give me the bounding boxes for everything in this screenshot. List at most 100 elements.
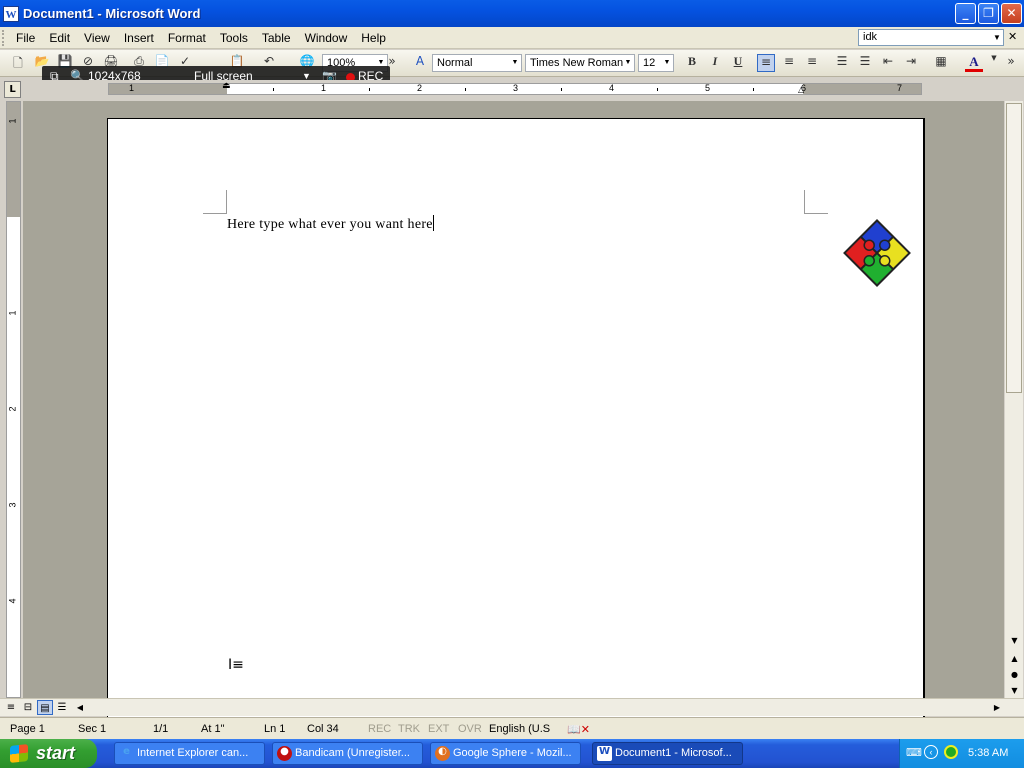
crop-mark [804,190,828,214]
menu-tools[interactable]: Tools [213,31,255,45]
document-workspace: Here type what ever you want here I≡ [23,101,1004,718]
style-value: Normal [437,57,473,69]
ruler-number: 2 [417,83,423,93]
font-value: Times New Roman [530,57,624,69]
crop-mark [203,190,227,214]
keyboard-icon[interactable]: ⌨ [906,746,922,759]
word-icon: W [597,746,612,761]
status-column: Col 34 [307,723,339,735]
menu-table[interactable]: Table [255,31,298,45]
scroll-right-icon[interactable]: ▶ [989,700,1005,715]
close-icon[interactable]: ✕ [1001,3,1022,24]
align-right-icon[interactable]: ≡ [803,54,821,72]
chevron-down-icon[interactable]: ▼ [662,56,672,70]
ruler-tick [657,88,658,91]
restore-icon[interactable]: ❐ [978,3,999,24]
clock[interactable]: 5:38 AM [968,747,1008,759]
close-document-icon[interactable]: ✕ [1008,30,1020,44]
vertical-scrollbar[interactable]: ▼ ▲ ● ▼ [1005,101,1023,698]
ruler-number: 3 [513,83,519,93]
normal-view-icon[interactable]: ≡ [3,700,19,715]
start-button[interactable]: start [0,739,97,768]
scroll-down-icon[interactable]: ▼ [1006,633,1023,648]
chevron-down-icon[interactable]: ▼ [510,56,520,70]
chevron-down-icon[interactable]: ▼ [985,54,1003,72]
minimize-icon[interactable]: _ [955,3,976,24]
indent-marker-icon[interactable]: ⏏ [222,81,231,91]
status-language[interactable]: English (U.S [489,723,550,735]
document-page[interactable]: Here type what ever you want here I≡ [107,118,923,718]
status-at: At 1" [201,723,225,735]
task-firefox[interactable]: ◐ Google Sphere - Mozil... [430,742,581,765]
menu-insert[interactable]: Insert [117,31,161,45]
system-tray: ⌨ ‹ 5:38 AM [899,739,1024,768]
chevron-down-icon[interactable]: ▼ [623,56,633,70]
status-rec[interactable]: REC [368,723,391,735]
task-internet-explorer[interactable]: e Internet Explorer can... [114,742,265,765]
decrease-indent-icon[interactable]: ⇤ [879,54,897,72]
puzzle-pieces-icon[interactable] [839,215,915,291]
right-indent-marker-icon[interactable]: △ [798,85,804,94]
new-document-icon[interactable]: 🗋 [9,54,27,72]
ruler-number: 1 [321,83,327,93]
status-ext[interactable]: EXT [428,723,449,735]
ruler-number: 1 [129,83,135,93]
menu-view[interactable]: View [77,31,117,45]
status-pages: 1/1 [153,723,169,735]
italic-button[interactable]: I [706,54,724,72]
style-select[interactable]: Normal ▼ [432,54,522,72]
align-left-icon[interactable]: ≡ [757,54,775,72]
menu-edit[interactable]: Edit [42,31,77,45]
spelling-status-icon[interactable]: 📖✕ [567,723,590,736]
toolbar-options-icon[interactable]: » [1005,54,1017,72]
scroll-left-icon[interactable]: ◀ [72,700,88,715]
task-bandicam[interactable]: ● Bandicam (Unregister... [272,742,423,765]
word-icon[interactable]: W [3,5,19,22]
underline-button[interactable]: U [729,54,747,72]
scroll-thumb[interactable] [1006,103,1022,393]
menu-help[interactable]: Help [354,31,393,45]
font-color-button[interactable]: A [965,54,983,72]
help-question-value: idk [863,31,878,43]
menu-bar: File Edit View Insert Format Tools Table… [0,27,1024,49]
title-bar: W Document1 - Microsoft Word _ ❐ ✕ [0,0,1024,27]
menu-file[interactable]: File [9,31,42,45]
help-question-input[interactable]: idk ▼ [858,29,1004,46]
print-layout-icon[interactable]: ▤ [37,700,53,715]
vertical-ruler[interactable]: 1 1 2 3 4 [6,101,21,698]
web-layout-icon[interactable]: ⊟ [20,700,36,715]
previous-page-icon[interactable]: ▲ [1006,651,1023,666]
horizontal-ruler[interactable]: 1 1 2 3 4 5 6 7 ⏏ △ [108,81,922,95]
horizontal-scroll-row: ≡ ⊟ ▤ ☰ ◀ ▶ [0,698,1024,716]
borders-icon[interactable]: ▦ [932,54,950,72]
increase-indent-icon[interactable]: ⇥ [902,54,920,72]
show-hidden-icons-icon[interactable]: ‹ [924,745,938,759]
select-browse-object-icon[interactable]: ● [1006,667,1023,682]
status-trk[interactable]: TRK [398,723,420,735]
menu-window[interactable]: Window [298,31,355,45]
left-margin-area [109,84,227,94]
document-body-text[interactable]: Here type what ever you want here [227,215,434,233]
align-center-icon[interactable]: ≡ [780,54,798,72]
ruler-tick [465,88,466,91]
bullets-icon[interactable]: ☰ [856,54,874,72]
chevron-down-icon[interactable]: ▼ [991,30,1003,45]
numbering-icon[interactable]: ☰ [833,54,851,72]
status-ovr[interactable]: OVR [458,723,482,735]
ruler-tick [561,88,562,91]
styles-formatting-icon[interactable]: A [411,54,429,72]
outline-view-icon[interactable]: ☰ [54,700,70,715]
internet-explorer-icon: e [123,746,130,757]
status-tray-icon[interactable] [944,745,958,759]
font-size-select[interactable]: 12 ▼ [638,54,674,72]
tab-selector[interactable]: L [4,81,21,98]
bold-button[interactable]: B [683,54,701,72]
document-text: Here type what ever you want here [227,217,433,232]
font-select[interactable]: Times New Roman ▼ [525,54,635,72]
menu-format[interactable]: Format [161,31,213,45]
status-section: Sec 1 [78,723,107,735]
task-word-document[interactable]: W Document1 - Microsof... [592,742,743,765]
window-title: Document1 - Microsoft Word [23,6,201,21]
next-page-icon[interactable]: ▼ [1006,683,1023,698]
ruler-tick [273,88,274,91]
